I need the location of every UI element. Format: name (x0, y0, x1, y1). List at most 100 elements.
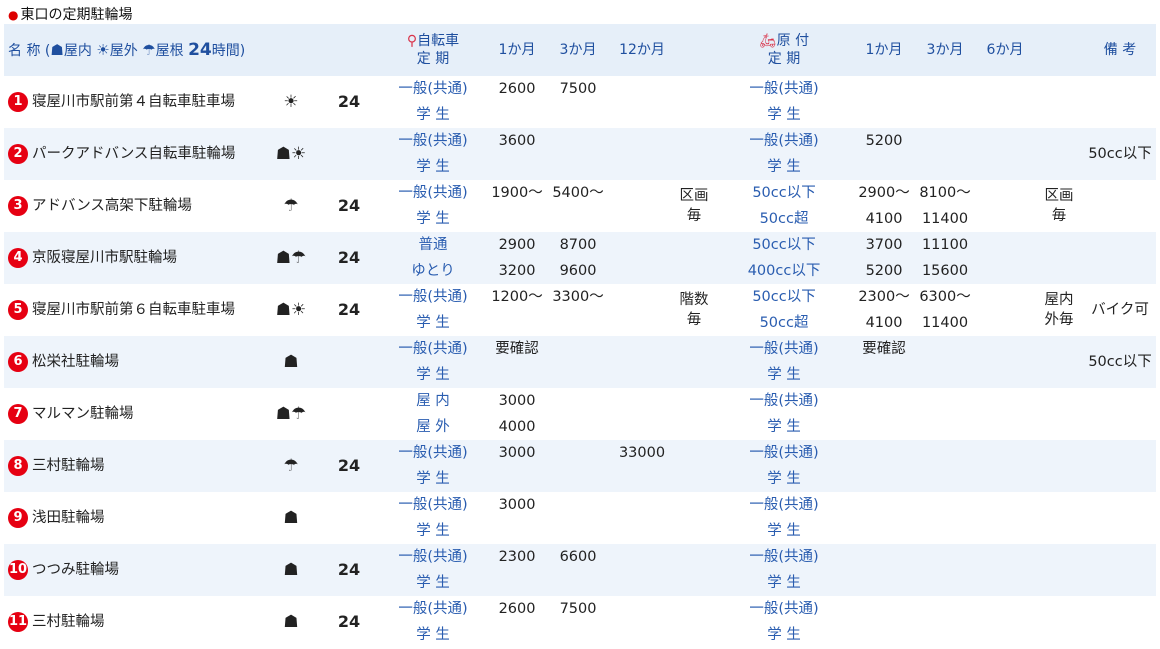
bike-category: 学 生 (416, 315, 450, 331)
bike-price-3m: 7500 (559, 601, 597, 617)
page-title: ● 東口の定期駐輪場 (8, 4, 132, 24)
moped-category: 学 生 (767, 523, 801, 539)
moped-price-1m: 2900～ (858, 185, 910, 201)
bike-note: 区画 毎 (679, 188, 709, 224)
header-legend: 名 称 (☗屋内 ☀屋外 ☂屋根 24時間) (8, 39, 246, 60)
moped-price-6m (976, 102, 1034, 128)
facility-icons: ☗ (283, 560, 299, 580)
bike-price-1m: 3000 (498, 497, 536, 513)
facility-icons: ☗ (283, 612, 299, 632)
moped-note (1034, 440, 1084, 492)
moped-category: 学 生 (767, 471, 801, 487)
moped-price-3m (914, 76, 976, 102)
moped-price-3m: 11400 (921, 315, 969, 331)
bike-price-3m (546, 440, 610, 466)
moped-price-3m (914, 414, 976, 440)
bike-price-12m (610, 622, 674, 648)
row-note (1084, 440, 1156, 492)
moped-price-3m (914, 440, 976, 466)
moped-price-1m: 要確認 (862, 341, 906, 357)
bike-category: 学 生 (416, 523, 450, 539)
table-row: 3 アドバンス高架下駐輪場 ☂ 24 一般(共通) 1900～ 5400～ 区画 毎 50cc以… (4, 180, 1156, 224)
lot-number-badge: 4 (8, 248, 28, 268)
moped-price-1m: 2300～ (858, 289, 910, 305)
bike-price-1m (488, 570, 546, 596)
lot-number-badge: 7 (8, 404, 28, 424)
bike-price-12m (610, 310, 674, 336)
table-row: 9 浅田駐輪場 ☗ 一般(共通) 3000 一般(共通) (4, 492, 1156, 528)
bike-price-12m (610, 570, 674, 596)
bike-price-3m (546, 414, 610, 440)
bike-price-12m (610, 596, 674, 622)
lot-name-text: 三村駐輪場 (32, 614, 105, 630)
moped-category: 一般(共通) (749, 549, 819, 565)
moped-price-1m (854, 596, 914, 622)
bike-price-3m (546, 206, 610, 232)
bike-price-12m (610, 466, 674, 492)
header-moped-3m: 3か月 (926, 42, 964, 58)
bike-category: ゆとり (411, 263, 455, 279)
table-header: 名 称 (☗屋内 ☀屋外 ☂屋根 24時間) ⚲自転車 定 期 1か月 3か月 … (4, 24, 1157, 76)
moped-price-1m (854, 388, 914, 414)
moped-price-3m (914, 570, 976, 596)
table-row: 8 三村駐輪場 ☂ 24 一般(共通) 3000 33000 一般(共通) (4, 440, 1157, 476)
moped-price-6m (976, 206, 1034, 232)
lot-number-badge: 6 (8, 352, 28, 372)
bike-price-12m (610, 388, 674, 414)
moped-category: 一般(共通) (749, 601, 819, 617)
facility-icons: ☗☂ (275, 248, 307, 268)
lot-name: 3 アドバンス高架下駐輪場 (4, 180, 262, 232)
header-outdoor: 屋外 (109, 42, 138, 59)
bike-category: 学 生 (416, 627, 450, 643)
sun-icon: ☀ (96, 40, 110, 59)
bike-category: 一般(共通) (398, 289, 468, 305)
bike-price-12m (610, 518, 674, 544)
moped-price-6m (976, 180, 1034, 206)
bike-category: 一般(共通) (398, 341, 468, 357)
header-roof: 屋根 (155, 42, 184, 59)
lot-number-badge: 10 (8, 560, 28, 580)
bike-price-1m: 3600 (498, 133, 536, 149)
moped-category: 一般(共通) (749, 341, 819, 357)
header-moped: 🛵︎原 付 定 期 (714, 24, 854, 76)
moped-price-3m (914, 154, 976, 180)
bike-price-3m (546, 518, 610, 544)
bike-price-12m (610, 414, 674, 440)
table-row: 10 つつみ駐輪場 ☗ 24 一般(共通) 2300 6600 一般(共通) (4, 544, 1157, 580)
moped-price-6m (976, 232, 1034, 258)
moped-price-1m (854, 414, 914, 440)
row-note (1084, 232, 1156, 284)
bike-category: 学 生 (416, 471, 450, 487)
open-24h: 24 (337, 456, 361, 475)
moped-price-1m (854, 102, 914, 128)
bike-price-1m (488, 310, 546, 336)
open-24h: 24 (337, 92, 361, 111)
moped-price-1m (854, 492, 914, 518)
bike-price-12m (610, 206, 674, 232)
moped-category: 学 生 (767, 159, 801, 175)
bike-price-12m (610, 544, 674, 570)
moped-price-3m (914, 128, 976, 154)
bike-price-3m (546, 388, 610, 414)
moped-price-1m: 3700 (865, 237, 903, 253)
moped-note (1034, 76, 1084, 128)
moped-note (1034, 388, 1084, 440)
moped-price-3m: 11100 (921, 237, 969, 253)
moped-category: 学 生 (767, 367, 801, 383)
moped-price-3m (914, 102, 976, 128)
bike-note: 階数 毎 (679, 292, 709, 328)
lot-number-badge: 5 (8, 300, 28, 320)
open-24h (320, 128, 378, 180)
moped-note (1034, 544, 1084, 596)
bike-note (674, 596, 714, 648)
header-24: 24 (188, 39, 212, 60)
header-name: 名 称 (8, 42, 41, 59)
moped-category: 50cc以下 (752, 237, 816, 253)
moped-category: 学 生 (767, 575, 801, 591)
bike-category: 一般(共通) (398, 497, 468, 513)
open-24h: 24 (337, 300, 361, 319)
bike-price-1m: 3000 (498, 393, 536, 409)
lot-name: 5 寝屋川市駅前第６自転車駐車場 (4, 284, 262, 336)
open-24h: 24 (337, 560, 361, 579)
facility-icons: ☗☂ (275, 404, 307, 424)
